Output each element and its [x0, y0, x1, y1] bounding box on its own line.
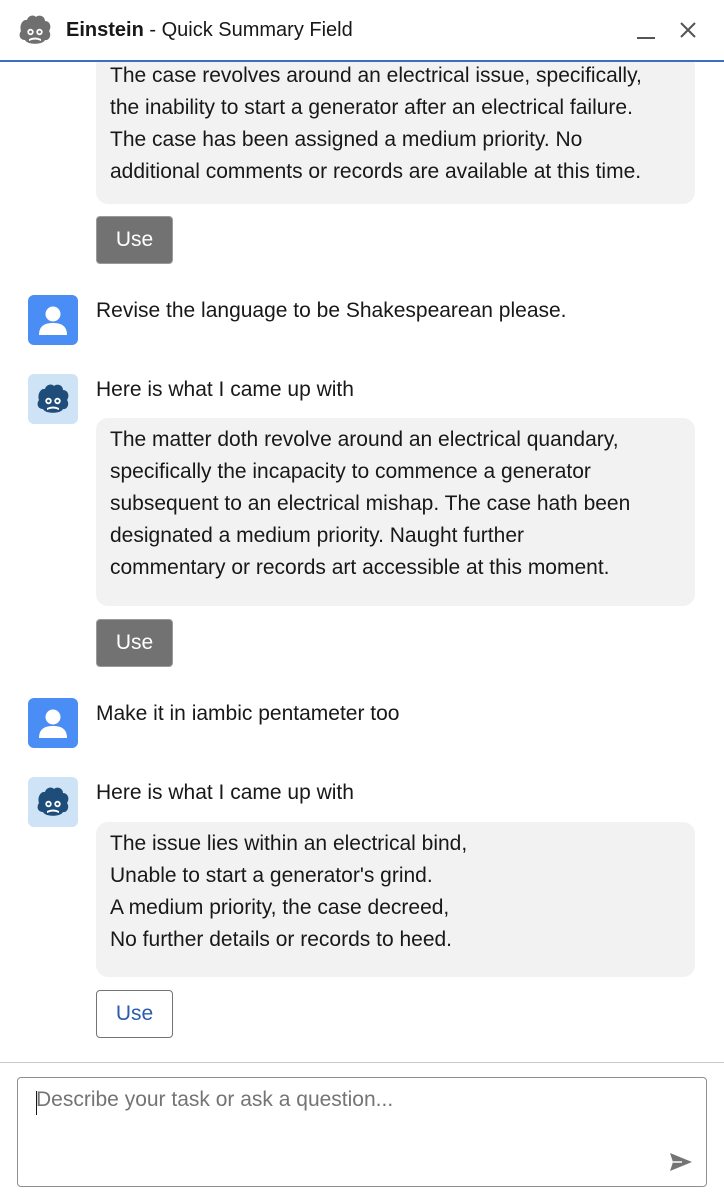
response-line: No further details or records to heed.: [110, 928, 453, 951]
use-button[interactable]: Use: [96, 990, 173, 1038]
response-bubble: The case revolves around an electrical i…: [96, 62, 695, 204]
prompt-placeholder: Describe your task or ask a question...: [36, 1088, 394, 1111]
panel-title: Einstein - Quick Summary Field: [66, 18, 353, 41]
response-bubble: The matter doth revolve around an electr…: [96, 418, 695, 606]
use-button[interactable]: Use: [96, 216, 173, 264]
einstein-avatar: [28, 777, 78, 827]
response-bubble: The issue lies within an electrical bind…: [96, 822, 695, 977]
response-line: designated a medium priority. Naught fur…: [110, 524, 524, 547]
einstein-icon: [37, 787, 69, 816]
einstein-logo-icon: [16, 11, 54, 49]
response-line: commentary or records art accessible at …: [110, 556, 610, 579]
minimize-icon[interactable]: [630, 14, 662, 46]
response-line: A medium priority, the case decreed,: [110, 896, 450, 919]
composer: Describe your task or ask a question...: [0, 1062, 724, 1200]
response-line: Unable to start a generator's grind.: [110, 864, 433, 887]
response-line: The case revolves around an electrical i…: [110, 64, 642, 87]
send-icon[interactable]: [668, 1151, 696, 1175]
user-icon: [39, 306, 67, 335]
einstein-avatar: [28, 374, 78, 424]
user-avatar: [28, 295, 78, 345]
panel-header: Einstein - Quick Summary Field: [0, 0, 724, 62]
user-message: Revise the language to be Shakespearean …: [96, 299, 567, 322]
response-line: The matter doth revolve around an electr…: [110, 428, 619, 451]
user-avatar: [28, 698, 78, 748]
response-line: additional comments or records are avail…: [110, 160, 642, 183]
user-message: Make it in iambic pentameter too: [96, 702, 400, 725]
user-icon: [39, 709, 67, 738]
conversation-feed[interactable]: The case revolves around an electrical i…: [0, 62, 724, 1062]
text-caret: [36, 1091, 37, 1115]
close-icon[interactable]: [672, 14, 704, 46]
response-line: The issue lies within an electrical bind…: [110, 832, 468, 855]
response-line: the inability to start a generator after…: [110, 96, 633, 119]
einstein-icon: [37, 384, 69, 413]
response-line: specifically the incapacity to commence …: [110, 460, 591, 483]
assistant-intro: Here is what I came up with: [96, 781, 354, 804]
use-button[interactable]: Use: [96, 619, 173, 667]
assistant-intro: Here is what I came up with: [96, 378, 354, 401]
prompt-input[interactable]: Describe your task or ask a question...: [17, 1077, 707, 1187]
response-line: The case has been assigned a medium prio…: [110, 128, 583, 151]
response-line: subsequent to an electrical mishap. The …: [110, 492, 631, 515]
